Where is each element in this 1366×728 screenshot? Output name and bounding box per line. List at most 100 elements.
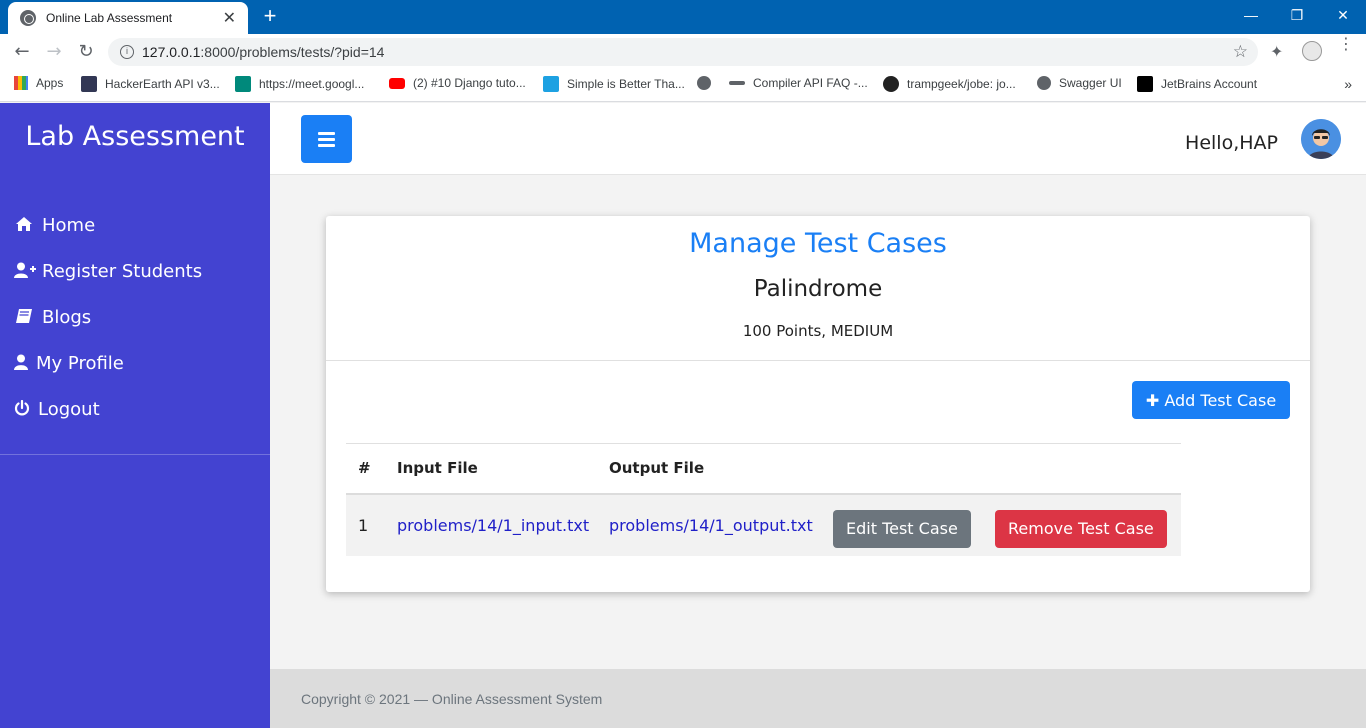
bookmark-google-meet[interactable]: https://meet.googl... — [235, 76, 364, 92]
page-title: Manage Test Cases — [689, 228, 947, 259]
globe-icon — [1037, 76, 1051, 90]
reload-icon[interactable]: ↻ — [74, 40, 98, 64]
bookmark-label: Swagger UI — [1059, 76, 1122, 90]
menu-toggle-button[interactable] — [301, 115, 352, 163]
bookmarks-bar: Apps HackerEarth API v3... https://meet.… — [0, 70, 1366, 102]
bookmark-jetbrains[interactable]: JetBrains Account — [1137, 76, 1257, 92]
column-header-input-file: Input File — [385, 443, 597, 495]
output-file-cell: problems/14/1_output.txt — [597, 493, 821, 556]
sidebar-item-label: Home — [42, 215, 96, 236]
table-header-row: # Input File Output File — [346, 443, 1181, 495]
forward-arrow-icon[interactable]: → — [42, 40, 66, 64]
user-greeting: Hello,HAP — [1185, 132, 1278, 154]
jetbrains-icon — [1137, 76, 1153, 92]
sidebar: Lab Assessment Home Register Students Bl… — [0, 103, 270, 728]
bookmark-label: HackerEarth API v3... — [105, 77, 220, 91]
sidebar-item-label: Logout — [38, 399, 100, 420]
url-host: 127.0.0.1 — [142, 44, 201, 60]
sidebar-item-label: Register Students — [42, 261, 203, 282]
globe-icon — [697, 76, 711, 90]
column-header-output-file: Output File — [597, 443, 821, 495]
compiler-icon — [729, 81, 745, 85]
brand-title[interactable]: Lab Assessment — [0, 121, 270, 152]
extensions-puzzle-icon[interactable]: ✦ — [1270, 42, 1283, 61]
url-text: 127.0.0.1:8000/problems/tests/?pid=14 — [142, 44, 384, 60]
column-header-edit — [821, 443, 983, 495]
bookmark-swagger[interactable]: Swagger UI — [1037, 76, 1122, 90]
browser-profile-avatar[interactable] — [1302, 41, 1322, 61]
bookmark-hackerearth[interactable]: HackerEarth API v3... — [81, 76, 220, 92]
problem-meta: 100 Points, MEDIUM — [742, 322, 894, 340]
sidebar-item-my-profile[interactable]: My Profile — [14, 353, 124, 374]
edit-cell: Edit Test Case — [821, 493, 983, 556]
home-icon — [14, 216, 34, 236]
bookmark-apps[interactable]: Apps — [14, 76, 63, 90]
browser-tab-strip: Online Lab Assessment ✕ + — ❐ ✕ — [0, 0, 1366, 34]
window-close-button[interactable]: ✕ — [1320, 0, 1366, 30]
footer-copyright: Copyright © 2021 — Online Assessment Sys… — [301, 691, 603, 707]
sidebar-item-register-students[interactable]: Register Students — [14, 261, 202, 282]
apps-grid-icon — [14, 76, 28, 90]
problem-name: Palindrome — [753, 276, 883, 302]
app-topbar: Hello,HAP — [270, 103, 1366, 175]
simple-is-better-icon — [543, 76, 559, 92]
info-icon[interactable]: i — [120, 45, 134, 59]
bookmark-label: trampgeek/jobe: jo... — [907, 77, 1016, 91]
remove-test-case-button[interactable]: Remove Test Case — [995, 509, 1167, 548]
input-file-cell: problems/14/1_input.txt — [385, 493, 597, 556]
bookmark-github-jobe[interactable]: trampgeek/jobe: jo... — [883, 76, 1016, 92]
bookmark-star-icon[interactable]: ☆ — [1233, 42, 1248, 62]
footer: Copyright © 2021 — Online Assessment Sys… — [270, 669, 1366, 728]
address-bar[interactable]: i 127.0.0.1:8000/problems/tests/?pid=14 … — [108, 38, 1258, 66]
bookmark-label: JetBrains Account — [1161, 77, 1258, 91]
table-row: 1 problems/14/1_input.txt problems/14/1_… — [346, 493, 1181, 556]
browser-tab[interactable]: Online Lab Assessment ✕ — [8, 2, 248, 34]
bookmark-label: Simple is Better Tha... — [567, 77, 685, 91]
sidebar-item-home[interactable]: Home — [14, 215, 95, 236]
sidebar-item-logout[interactable]: Logout — [14, 399, 100, 420]
bookmark-label: https://meet.googl... — [259, 77, 365, 91]
url-path: :8000/problems/tests/?pid=14 — [200, 44, 385, 60]
sidebar-divider — [0, 454, 270, 455]
remove-cell: Remove Test Case — [983, 493, 1181, 556]
tab-title: Online Lab Assessment — [46, 11, 173, 25]
youtube-icon — [389, 77, 405, 89]
minimize-button[interactable]: — — [1228, 0, 1274, 30]
add-test-case-label: Add Test Case — [1164, 390, 1277, 410]
edit-test-case-button[interactable]: Edit Test Case — [833, 509, 971, 548]
bookmark-compiler-api[interactable]: Compiler API FAQ -... — [729, 76, 868, 90]
bookmarks-more-icon[interactable]: » — [1344, 76, 1352, 92]
globe-icon — [20, 10, 36, 26]
hamburger-bar — [318, 138, 335, 141]
user-icon — [14, 354, 28, 374]
bookmark-label: Apps — [36, 76, 64, 90]
column-header-number: # — [346, 443, 385, 495]
hackerearth-icon — [81, 76, 97, 92]
github-icon — [883, 76, 899, 92]
bookmark-label: Compiler API FAQ -... — [753, 76, 868, 90]
tab-close-icon[interactable]: ✕ — [223, 8, 236, 28]
restore-button[interactable]: ❐ — [1274, 0, 1320, 30]
user-plus-icon — [14, 262, 36, 282]
bookmark-youtube[interactable]: (2) #10 Django tuto... — [389, 76, 526, 90]
new-tab-button[interactable]: + — [258, 4, 282, 28]
output-file-link[interactable]: problems/14/1_output.txt — [609, 516, 813, 535]
avatar[interactable] — [1301, 119, 1341, 159]
plus-icon: ✚ — [1145, 390, 1160, 410]
bookmark-globe[interactable] — [697, 76, 719, 90]
hamburger-bar — [318, 132, 335, 135]
book-icon — [14, 308, 34, 328]
input-file-link[interactable]: problems/14/1_input.txt — [397, 516, 589, 535]
bookmark-simple-is-better[interactable]: Simple is Better Tha... — [543, 76, 685, 92]
power-icon — [14, 399, 30, 420]
browser-toolbar: ← → ↻ i 127.0.0.1:8000/problems/tests/?p… — [0, 34, 1366, 70]
back-arrow-icon[interactable]: ← — [10, 40, 34, 64]
card-divider — [326, 360, 1310, 361]
bookmark-label: (2) #10 Django tuto... — [413, 76, 526, 90]
sidebar-item-label: My Profile — [36, 353, 124, 374]
sidebar-item-label: Blogs — [42, 307, 92, 328]
sidebar-item-blogs[interactable]: Blogs — [14, 307, 91, 328]
browser-menu-icon[interactable]: ⋮ — [1338, 36, 1354, 52]
add-test-case-button[interactable]: ✚ Add Test Case — [1132, 381, 1290, 419]
test-cases-table: # Input File Output File 1 problems/14/1… — [346, 443, 1181, 556]
